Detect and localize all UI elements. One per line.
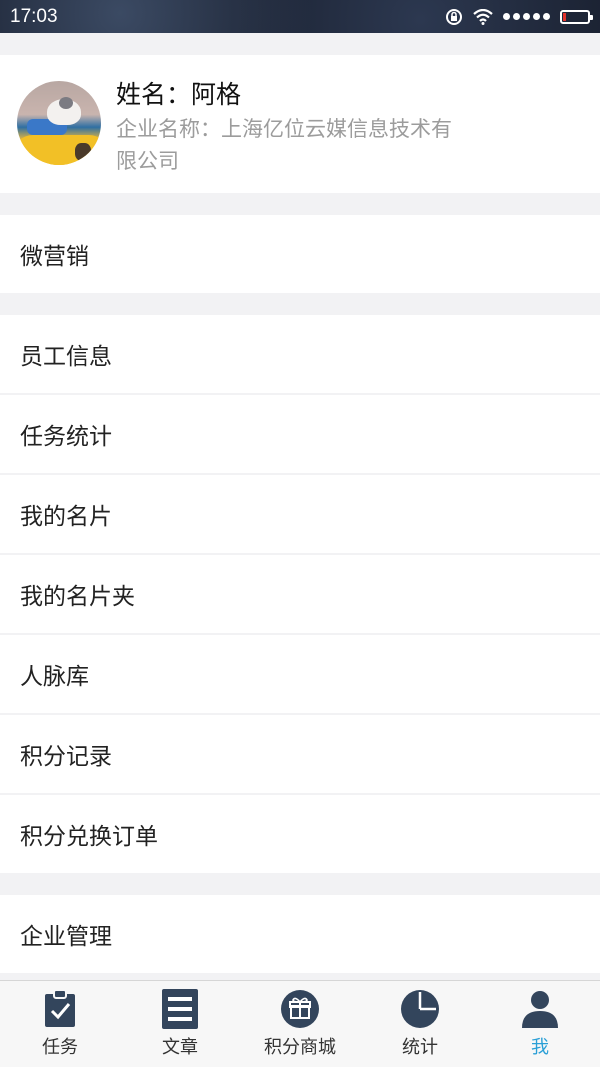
status-bar: 17:03 (0, 0, 600, 33)
tab-label: 文章 (162, 1037, 198, 1058)
menu-item-my-card-folder[interactable]: 我的名片夹 (0, 555, 600, 633)
pie-chart-icon (400, 989, 440, 1029)
signal-strength-icon (503, 13, 550, 20)
tab-tasks[interactable]: 任务 (0, 981, 120, 1067)
avatar[interactable] (17, 81, 101, 165)
menu-item-task-stats[interactable]: 任务统计 (0, 395, 600, 473)
profile-company: 企业名称：上海亿位云媒信息技术有限公司 (116, 117, 452, 173)
menu-item-label: 企业管理 (20, 924, 112, 950)
profile-card[interactable]: 姓名：阿格 企业名称：上海亿位云媒信息技术有限公司 (0, 55, 600, 193)
tab-label: 任务 (42, 1037, 78, 1058)
gift-icon (280, 989, 320, 1029)
tab-articles[interactable]: 文章 (120, 981, 240, 1067)
menu-item-points-record[interactable]: 积分记录 (0, 715, 600, 793)
bottom-tab-bar: 任务 文章 积分商城 统计 我 (0, 980, 600, 1067)
tab-label: 统计 (402, 1037, 438, 1058)
menu-item-label: 人脉库 (20, 664, 89, 690)
menu-item-points-exchange-orders[interactable]: 积分兑换订单 (0, 795, 600, 873)
article-list-icon (162, 989, 198, 1029)
menu-item-employee-info[interactable]: 员工信息 (0, 315, 600, 393)
status-time: 17:03 (10, 5, 58, 27)
tab-points-mall[interactable]: 积分商城 (240, 981, 360, 1067)
menu-item-label: 积分记录 (20, 744, 112, 770)
menu-item-label: 积分兑换订单 (20, 824, 158, 850)
tab-me[interactable]: 我 (480, 981, 600, 1067)
person-icon (520, 989, 560, 1029)
tab-label: 积分商城 (264, 1037, 336, 1058)
menu-item-enterprise-management[interactable]: 企业管理 (0, 895, 600, 973)
profile-name: 姓名：阿格 (116, 80, 242, 109)
menu-item-label: 任务统计 (20, 424, 112, 450)
menu-item-label: 员工信息 (20, 344, 112, 370)
menu-item-label: 我的名片夹 (20, 584, 135, 610)
menu-item-label: 我的名片 (20, 504, 112, 530)
menu-item-weiyingxiao[interactable]: 微营销 (0, 215, 600, 293)
battery-icon (560, 9, 593, 24)
menu-item-label: 微营销 (20, 244, 89, 270)
menu-item-my-card[interactable]: 我的名片 (0, 475, 600, 553)
tab-label: 我 (531, 1037, 549, 1058)
clipboard-check-icon (44, 989, 76, 1029)
wifi-icon (473, 8, 493, 25)
rotation-lock-icon (445, 8, 463, 26)
tab-statistics[interactable]: 统计 (360, 981, 480, 1067)
menu-item-contacts-library[interactable]: 人脉库 (0, 635, 600, 713)
status-icons (445, 8, 593, 26)
